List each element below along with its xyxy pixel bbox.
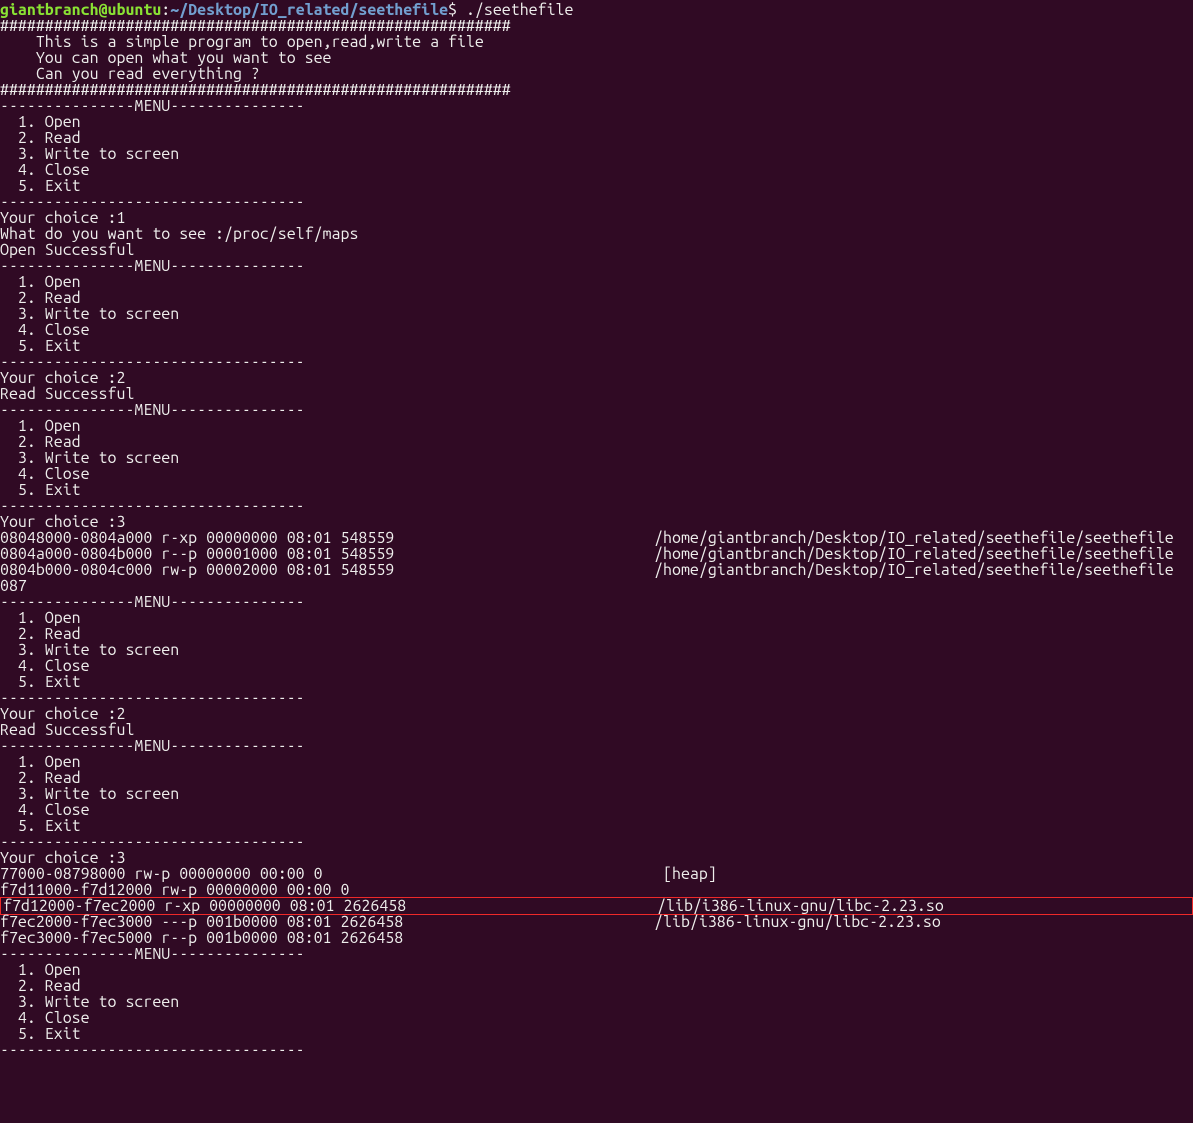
menu-header: ---------------MENU---------------	[0, 258, 1193, 274]
menu-item-close: 4. Close	[0, 322, 1193, 338]
menu-item-exit: 5. Exit	[0, 1026, 1193, 1042]
choice-1: Your choice :1	[0, 210, 1193, 226]
menu-item-read: 2. Read	[0, 978, 1193, 994]
menu-header: ---------------MENU---------------	[0, 594, 1193, 610]
menu-item-write: 3. Write to screen	[0, 994, 1193, 1010]
choice-3: Your choice :3	[0, 850, 1193, 866]
maps-line: 0804b000-0804c000 rw-p 00002000 08:01 54…	[0, 562, 1193, 578]
menu-footer: ----------------------------------	[0, 194, 1193, 210]
menu-footer: ----------------------------------	[0, 1042, 1193, 1058]
menu-item-read: 2. Read	[0, 626, 1193, 642]
menu-item-read: 2. Read	[0, 290, 1193, 306]
open-successful: Open Successful	[0, 242, 1193, 258]
choice-2: Your choice :2	[0, 370, 1193, 386]
menu-header: ---------------MENU---------------	[0, 402, 1193, 418]
menu-item-open: 1. Open	[0, 610, 1193, 626]
menu-footer: ----------------------------------	[0, 690, 1193, 706]
menu-header: ---------------MENU---------------	[0, 98, 1193, 114]
banner-line-1: This is a simple program to open,read,wr…	[0, 34, 1193, 50]
menu-header: ---------------MENU---------------	[0, 946, 1193, 962]
want-to-see: What do you want to see :/proc/self/maps	[0, 226, 1193, 242]
menu-footer: ----------------------------------	[0, 354, 1193, 370]
menu-item-read: 2. Read	[0, 130, 1193, 146]
banner-hash-bottom: ########################################…	[0, 82, 1193, 98]
menu-item-write: 3. Write to screen	[0, 306, 1193, 322]
menu-item-exit: 5. Exit	[0, 338, 1193, 354]
menu-item-read: 2. Read	[0, 434, 1193, 450]
menu-header: ---------------MENU---------------	[0, 738, 1193, 754]
menu-item-read: 2. Read	[0, 770, 1193, 786]
menu-item-exit: 5. Exit	[0, 178, 1193, 194]
read-successful: Read Successful	[0, 722, 1193, 738]
menu-footer: ----------------------------------	[0, 498, 1193, 514]
prompt-line: giantbranch@ubuntu:~/Desktop/IO_related/…	[0, 2, 1193, 18]
choice-2: Your choice :2	[0, 706, 1193, 722]
menu-item-open: 1. Open	[0, 418, 1193, 434]
menu-item-write: 3. Write to screen	[0, 146, 1193, 162]
maps-line: f7ec3000-f7ec5000 r--p 001b0000 08:01 26…	[0, 930, 1193, 946]
maps-line-heap: 77000-08798000 rw-p 00000000 00:00 0 [he…	[0, 866, 1193, 882]
terminal-output[interactable]: giantbranch@ubuntu:~/Desktop/IO_related/…	[0, 0, 1193, 1058]
menu-item-open: 1. Open	[0, 274, 1193, 290]
menu-item-close: 4. Close	[0, 802, 1193, 818]
banner-hash-top: ########################################…	[0, 18, 1193, 34]
maps-line-libc: f7d12000-f7ec2000 r-xp 00000000 08:01 26…	[1, 898, 1192, 914]
menu-item-open: 1. Open	[0, 754, 1193, 770]
menu-item-write: 3. Write to screen	[0, 786, 1193, 802]
banner-line-2: You can open what you want to see	[0, 50, 1193, 66]
menu-item-open: 1. Open	[0, 962, 1193, 978]
maps-line: f7ec2000-f7ec3000 ---p 001b0000 08:01 26…	[0, 914, 1193, 930]
maps-line: 087	[0, 578, 1193, 594]
menu-item-write: 3. Write to screen	[0, 642, 1193, 658]
menu-item-write: 3. Write to screen	[0, 450, 1193, 466]
maps-line: f7d11000-f7d12000 rw-p 00000000 00:00 0	[0, 882, 1193, 898]
maps-line: 08048000-0804a000 r-xp 00000000 08:01 54…	[0, 530, 1193, 546]
menu-item-open: 1. Open	[0, 114, 1193, 130]
menu-item-close: 4. Close	[0, 466, 1193, 482]
menu-item-close: 4. Close	[0, 1010, 1193, 1026]
banner-line-3: Can you read everything ?	[0, 66, 1193, 82]
menu-footer: ----------------------------------	[0, 834, 1193, 850]
menu-item-exit: 5. Exit	[0, 818, 1193, 834]
menu-item-close: 4. Close	[0, 658, 1193, 674]
menu-item-exit: 5. Exit	[0, 674, 1193, 690]
choice-3: Your choice :3	[0, 514, 1193, 530]
maps-line: 0804a000-0804b000 r--p 00001000 08:01 54…	[0, 546, 1193, 562]
menu-item-close: 4. Close	[0, 162, 1193, 178]
read-successful: Read Successful	[0, 386, 1193, 402]
menu-item-exit: 5. Exit	[0, 482, 1193, 498]
